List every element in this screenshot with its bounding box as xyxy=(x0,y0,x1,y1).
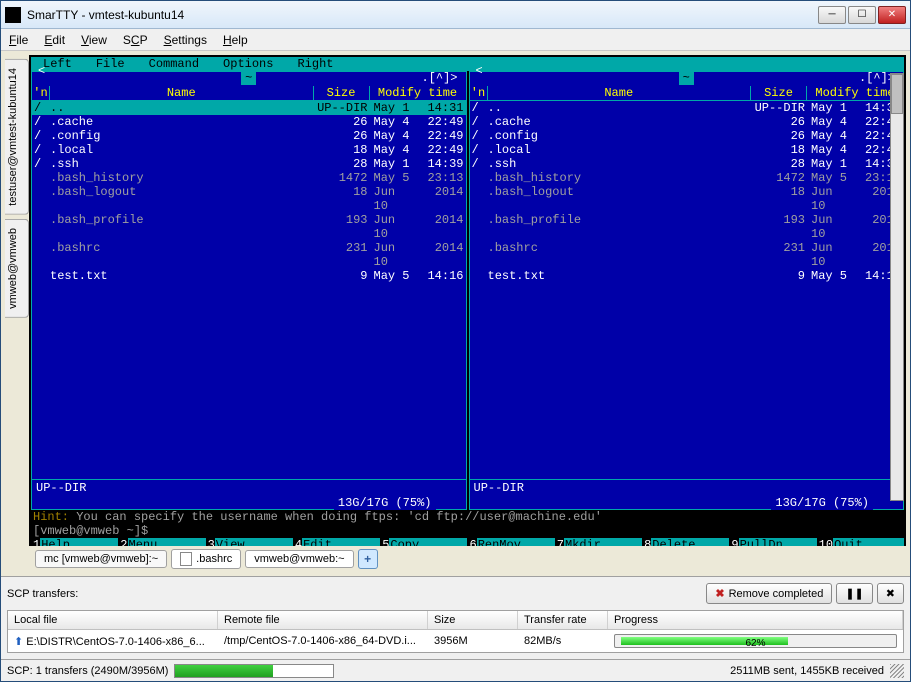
fkey-menu[interactable]: 2Menu xyxy=(118,538,205,546)
mc-menu-options[interactable]: Options xyxy=(211,57,285,71)
fkey-quit[interactable]: 10Quit xyxy=(817,538,904,546)
tab-mc[interactable]: mc [vmweb@vmweb]:~ xyxy=(35,550,167,568)
mc-menu-right[interactable]: Right xyxy=(285,57,345,71)
resize-gripper[interactable] xyxy=(890,664,904,678)
maximize-button[interactable]: ☐ xyxy=(848,6,876,24)
file-row[interactable]: /..UP--DIRMay 114:31 xyxy=(470,101,904,115)
menu-view[interactable]: View xyxy=(81,33,107,47)
mc-left-panel[interactable]: < ~ .[^]>'nNameSizeModify time/..UP--DIR… xyxy=(31,71,467,510)
fkey-renmov[interactable]: 6RenMov xyxy=(467,538,554,546)
close-button[interactable]: ✕ xyxy=(878,6,906,24)
file-row[interactable]: test.txt9May 514:16 xyxy=(32,269,466,283)
status-progress xyxy=(174,664,334,678)
scp-panel: SCP transfers: ✖Remove completed ❚❚ ✖ Lo… xyxy=(1,576,910,659)
menubar: File Edit View SCP Settings Help xyxy=(1,29,910,51)
file-row[interactable]: .bash_history1472May 523:13 xyxy=(32,171,466,185)
fkey-mkdir[interactable]: 7Mkdir xyxy=(555,538,642,546)
file-row[interactable]: test.txt9May 514:16 xyxy=(470,269,904,283)
file-row[interactable]: /.local18May 422:49 xyxy=(470,143,904,157)
delete-icon: ✖ xyxy=(715,587,724,600)
file-row[interactable]: .bash_history1472May 523:13 xyxy=(470,171,904,185)
menu-help[interactable]: Help xyxy=(223,33,248,47)
file-row[interactable]: .bashrc231Jun 10 2014 xyxy=(32,241,466,269)
upload-icon: ⬆ xyxy=(14,636,23,648)
status-left: SCP: 1 transfers (2490M/3956M) xyxy=(7,665,168,677)
col-local[interactable]: Local file xyxy=(8,611,218,629)
progress-bar: 62% xyxy=(614,634,897,648)
session-tabs: mc [vmweb@vmweb]:~ .bashrc vmweb@vmweb:~… xyxy=(29,546,906,572)
mc-menubar: Left File Command Options Right xyxy=(31,57,904,71)
file-row[interactable]: /.ssh28May 114:39 xyxy=(470,157,904,171)
file-row[interactable]: /.config26May 422:49 xyxy=(32,129,466,143)
scp-table: Local file Remote file Size Transfer rat… xyxy=(7,610,904,653)
file-row[interactable]: .bash_logout18Jun 10 2014 xyxy=(470,185,904,213)
side-tab-1[interactable]: testuser@vmtest-kubuntu14 xyxy=(5,59,29,215)
file-row[interactable]: .bash_profile193Jun 10 2014 xyxy=(32,213,466,241)
titlebar[interactable]: SmarTTY - vmtest-kubuntu14 ─ ☐ ✕ xyxy=(1,1,910,29)
file-row[interactable]: .bashrc231Jun 10 2014 xyxy=(470,241,904,269)
mc-menu-file[interactable]: File xyxy=(84,57,137,71)
menu-settings[interactable]: Settings xyxy=(164,33,207,47)
menu-scp[interactable]: SCP xyxy=(123,33,148,47)
mc-right-panel[interactable]: < ~ .[^]>'nNameSizeModify time/..UP--DIR… xyxy=(469,71,905,510)
mc-prompt[interactable]: [vmweb@vmweb ~]$ xyxy=(31,524,904,538)
fkey-edit[interactable]: 4Edit xyxy=(293,538,380,546)
file-row[interactable]: /.cache26May 422:49 xyxy=(470,115,904,129)
file-row[interactable]: /..UP--DIRMay 114:31 xyxy=(32,101,466,115)
terminal-scrollbar[interactable] xyxy=(890,73,904,501)
close-panel-button[interactable]: ✖ xyxy=(877,583,904,604)
scp-table-header: Local file Remote file Size Transfer rat… xyxy=(8,611,903,630)
document-icon xyxy=(180,552,192,566)
scp-row[interactable]: ⬆ E:\DISTR\CentOS-7.0-1406-x86_6... /tmp… xyxy=(8,630,903,652)
col-progress[interactable]: Progress xyxy=(608,611,903,629)
pause-button[interactable]: ❚❚ xyxy=(836,583,872,604)
local-file: E:\DISTR\CentOS-7.0-1406-x86_6... xyxy=(26,636,205,648)
transfer-rate: 82MB/s xyxy=(518,633,608,649)
file-row[interactable]: .bash_profile193Jun 10 2014 xyxy=(470,213,904,241)
col-rate[interactable]: Transfer rate xyxy=(518,611,608,629)
col-size[interactable]: Size xyxy=(428,611,518,629)
minimize-button[interactable]: ─ xyxy=(818,6,846,24)
status-bar: SCP: 1 transfers (2490M/3956M) 2511MB se… xyxy=(1,659,910,681)
mc-hint: Hint: You can specify the username when … xyxy=(31,510,904,524)
file-row[interactable]: /.local18May 422:49 xyxy=(32,143,466,157)
app-icon xyxy=(5,7,21,23)
col-remote[interactable]: Remote file xyxy=(218,611,428,629)
scrollbar-thumb[interactable] xyxy=(891,74,903,114)
window-title: SmarTTY - vmtest-kubuntu14 xyxy=(27,8,818,22)
side-tab-2[interactable]: vmweb@vmweb xyxy=(5,219,29,318)
fkey-delete[interactable]: 8Delete xyxy=(642,538,729,546)
file-size: 3956M xyxy=(428,633,518,649)
side-tabs: testuser@vmtest-kubuntu14 vmweb@vmweb xyxy=(5,55,29,572)
file-row[interactable]: /.ssh28May 114:39 xyxy=(32,157,466,171)
scp-label: SCP transfers: xyxy=(7,588,702,600)
terminal[interactable]: Left File Command Options Right < ~ .[^]… xyxy=(29,55,906,546)
remote-file: /tmp/CentOS-7.0-1406-x86_64-DVD.i... xyxy=(218,633,428,649)
status-right: 2511MB sent, 1455KB received xyxy=(730,665,884,677)
mc-menu-command[interactable]: Command xyxy=(137,57,211,71)
mc-fkeys: 1Help2Menu3View4Edit5Copy6RenMov7Mkdir8D… xyxy=(31,538,904,546)
tab-shell[interactable]: vmweb@vmweb:~ xyxy=(245,550,353,568)
fkey-view[interactable]: 3View xyxy=(206,538,293,546)
remove-completed-button[interactable]: ✖Remove completed xyxy=(706,583,832,604)
main-area: testuser@vmtest-kubuntu14 vmweb@vmweb Le… xyxy=(1,51,910,576)
file-row[interactable]: .bash_logout18Jun 10 2014 xyxy=(32,185,466,213)
fkey-copy[interactable]: 5Copy xyxy=(380,538,467,546)
new-tab-button[interactable]: + xyxy=(358,549,378,569)
menu-file[interactable]: File xyxy=(9,33,28,47)
file-row[interactable]: /.config26May 422:49 xyxy=(470,129,904,143)
tab-bashrc[interactable]: .bashrc xyxy=(171,549,241,569)
file-row[interactable]: /.cache26May 422:49 xyxy=(32,115,466,129)
app-window: SmarTTY - vmtest-kubuntu14 ─ ☐ ✕ File Ed… xyxy=(0,0,911,682)
menu-edit[interactable]: Edit xyxy=(44,33,65,47)
fkey-help[interactable]: 1Help xyxy=(31,538,118,546)
fkey-pulldn[interactable]: 9PullDn xyxy=(729,538,816,546)
